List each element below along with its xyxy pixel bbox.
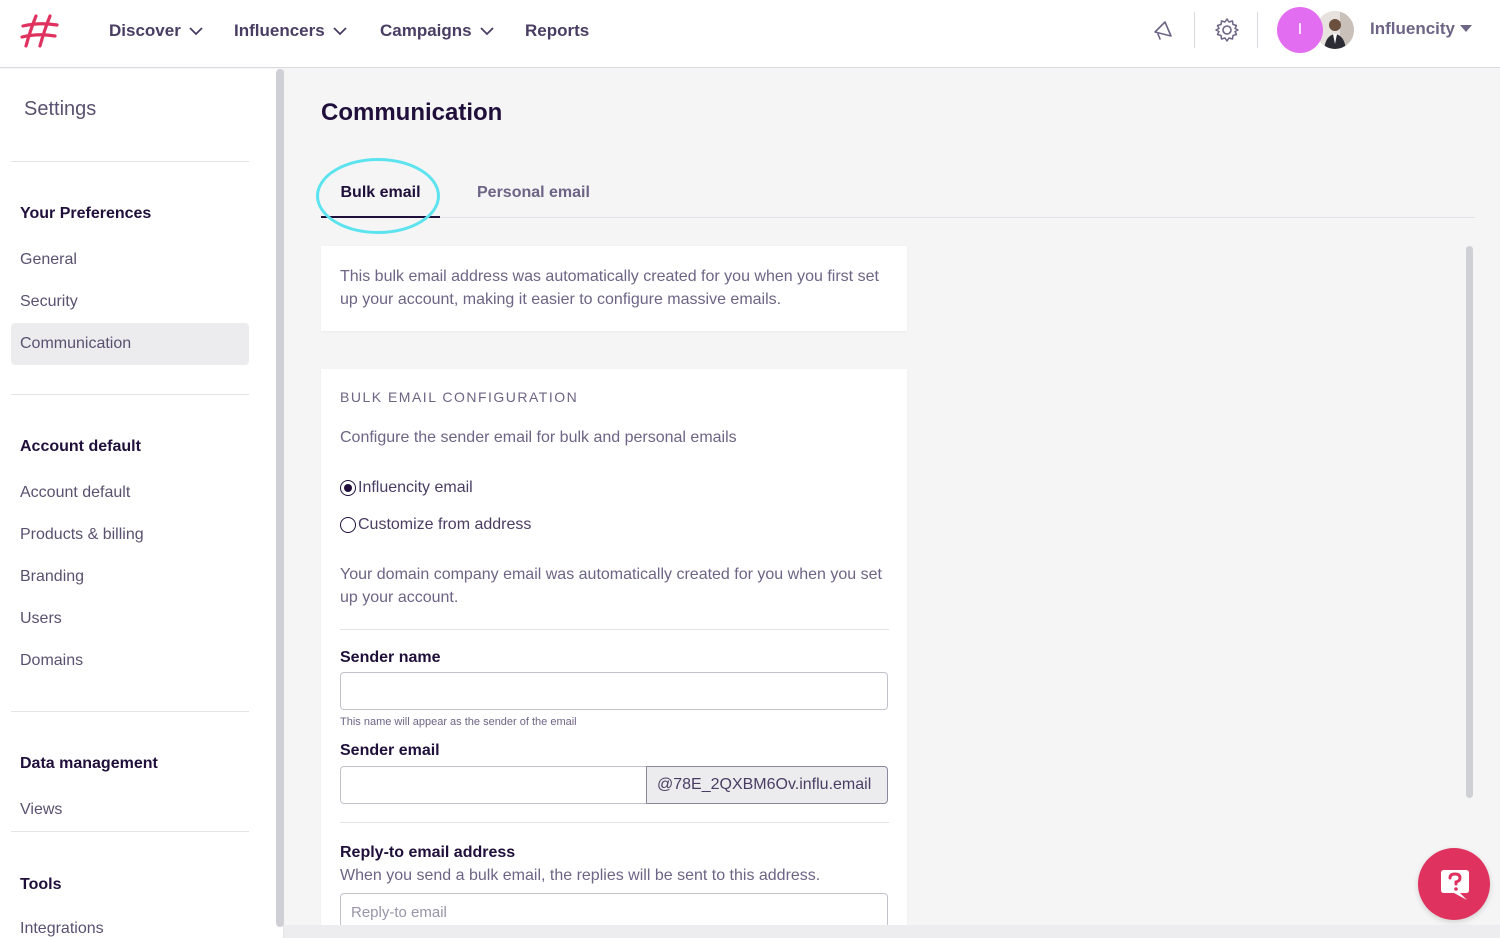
account-switcher[interactable]: Influencity	[1370, 19, 1473, 39]
reply-to-label: Reply-to email address	[340, 844, 516, 861]
nav-influencers-label: Influencers	[234, 21, 325, 40]
nav-campaigns[interactable]: Campaigns	[380, 19, 494, 43]
account-name: Influencity	[1370, 19, 1456, 38]
top-navigation-bar: Discover Influencers Campaigns Reports I	[0, 0, 1500, 68]
sidebar-item-account-default[interactable]: Account default	[11, 472, 249, 514]
sidebar-item-general[interactable]: General	[11, 239, 249, 281]
section-title: BULK EMAIL CONFIGURATION	[340, 389, 579, 405]
logo-icon[interactable]	[20, 13, 60, 49]
nav-discover-label: Discover	[109, 21, 181, 40]
divider	[1257, 12, 1258, 48]
nav-influencers[interactable]: Influencers	[234, 19, 347, 43]
domain-note: Your domain company email was automatica…	[340, 566, 882, 606]
sidebar-divider	[11, 711, 249, 712]
sidebar-item-users[interactable]: Users	[11, 598, 249, 640]
radio-customize-from-address[interactable]: Customize from address	[340, 515, 531, 535]
radio-label: Customize from address	[358, 516, 532, 533]
section-divider	[340, 629, 889, 630]
announcement-icon	[1154, 21, 1172, 40]
section-divider	[340, 822, 889, 823]
sidebar-divider	[11, 831, 249, 832]
radio-label: Influencity email	[358, 479, 473, 496]
nav-campaigns-label: Campaigns	[380, 21, 472, 40]
chevron-down-icon	[333, 26, 347, 35]
info-text: This bulk email address was automaticall…	[340, 268, 879, 308]
radio-unchecked-icon[interactable]	[340, 517, 356, 533]
sender-email-label: Sender email	[340, 742, 440, 759]
section-description: Configure the sender email for bulk and …	[340, 429, 737, 446]
sender-email-domain: @78E_2QXBM6Ov.influ.email	[646, 766, 888, 804]
radio-influencity-email[interactable]: Influencity email	[340, 478, 473, 498]
content-scrollbar[interactable]	[1466, 246, 1473, 798]
avatar[interactable]: I	[1277, 7, 1323, 53]
sidebar-group-data-management: Data management	[20, 755, 158, 772]
nav-reports[interactable]: Reports	[525, 19, 589, 43]
help-chat-icon	[1441, 870, 1469, 900]
tab-personal-email[interactable]: Personal email	[477, 184, 590, 202]
gear-icon	[1215, 18, 1239, 42]
sidebar-scrollbar[interactable]	[276, 69, 284, 927]
reply-to-help: When you send a bulk email, the replies …	[340, 867, 821, 884]
sidebar-item-branding[interactable]: Branding	[11, 556, 249, 598]
sidebar-item-domains[interactable]: Domains	[11, 640, 249, 682]
sidebar-item-products-billing[interactable]: Products & billing	[11, 514, 249, 556]
sidebar-divider	[11, 161, 249, 162]
sidebar-group-account-default: Account default	[20, 438, 141, 455]
sender-name-label: Sender name	[340, 649, 441, 666]
sender-name-hint: This name will appear as the sender of t…	[340, 716, 577, 728]
caret-down-icon	[1460, 25, 1473, 32]
tabs-divider	[321, 217, 1475, 218]
sidebar-heading: Settings	[24, 98, 97, 120]
chevron-down-icon	[189, 26, 203, 35]
radio-checked-icon[interactable]	[340, 480, 356, 496]
announcement-button[interactable]	[1149, 16, 1177, 44]
tab-bulk-email[interactable]: Bulk email	[321, 184, 440, 202]
page-title: Communication	[321, 99, 503, 126]
nav-reports-label: Reports	[525, 21, 590, 40]
help-chat-button[interactable]	[1418, 848, 1490, 920]
sidebar-group-tools: Tools	[20, 876, 62, 893]
sender-name-input[interactable]	[340, 672, 888, 710]
sidebar-group-preferences: Your Preferences	[20, 205, 152, 222]
sidebar-item-security[interactable]: Security	[11, 281, 249, 323]
sender-email-input[interactable]	[340, 766, 647, 804]
nav-discover[interactable]: Discover	[109, 19, 203, 43]
divider	[1194, 12, 1195, 48]
chevron-down-icon	[480, 26, 494, 35]
sidebar-item-integrations[interactable]: Integrations	[11, 909, 249, 938]
settings-button[interactable]	[1213, 16, 1241, 44]
active-tab-indicator	[321, 216, 440, 218]
sidebar-item-communication[interactable]: Communication	[11, 323, 249, 365]
sidebar-item-views[interactable]: Views	[11, 789, 249, 831]
sidebar-divider	[11, 394, 249, 395]
bottom-edge	[284, 925, 1500, 938]
